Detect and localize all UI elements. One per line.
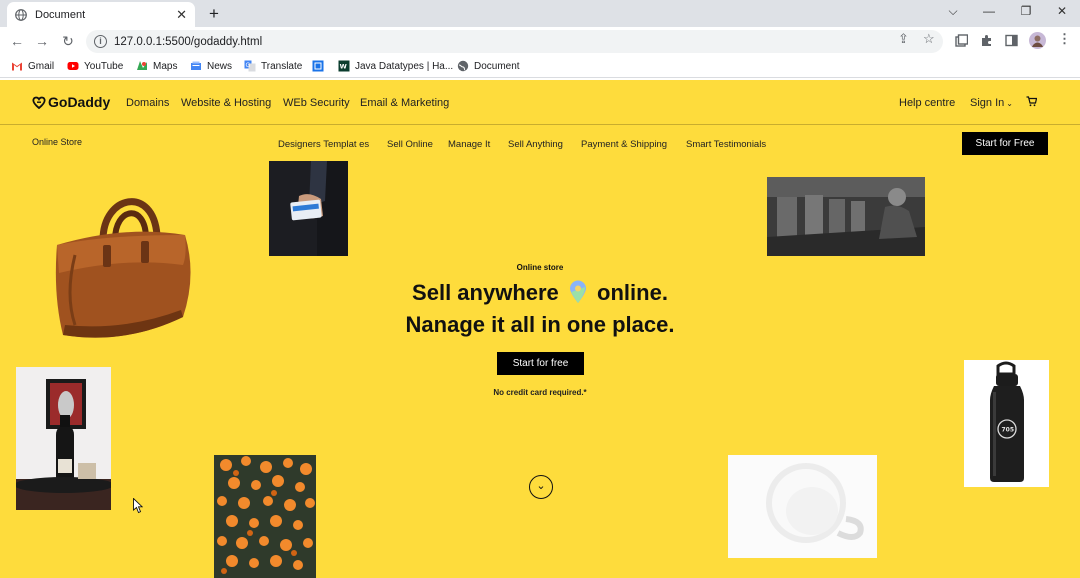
new-tab-button[interactable]: + xyxy=(205,5,223,23)
bookmark-label: Java Datatypes | Ha... xyxy=(355,60,454,72)
bookmark-gmail[interactable]: Gmail xyxy=(11,60,54,72)
leather-bag-image xyxy=(55,198,191,338)
hero-headline-line-1: Sell anywhere online. xyxy=(340,280,740,306)
browser-toolbar: ← → ↻ i 127.0.0.1:5500/godaddy.html ⇪ ☆ … xyxy=(0,27,1080,56)
puzzle-icon[interactable] xyxy=(980,34,993,47)
bookmark-label: Gmail xyxy=(28,60,55,72)
globe-icon xyxy=(15,8,27,21)
site-info-icon[interactable]: i xyxy=(94,35,107,48)
java-icon: W xyxy=(338,60,350,72)
hero-headline-part-a: Sell anywhere xyxy=(412,280,559,305)
translate-icon: G xyxy=(244,60,256,72)
bookmark-label: YouTube xyxy=(84,60,124,72)
bookmark-label: Translate xyxy=(261,60,303,72)
tab-search-icon[interactable]: ⌵ xyxy=(943,4,963,19)
help-centre-link[interactable]: Help centre xyxy=(899,97,955,109)
side-panel-icon[interactable] xyxy=(1005,34,1018,47)
orange-flowers-image xyxy=(214,455,316,578)
tab-title: Document xyxy=(35,8,86,21)
svg-text:G: G xyxy=(246,62,251,69)
extension-icon[interactable] xyxy=(955,34,968,47)
browser-tab[interactable]: Document ✕ xyxy=(7,2,195,27)
start-for-free-button[interactable]: Start for Free xyxy=(962,132,1048,155)
workshop-machines-image xyxy=(767,177,925,256)
bookmark-java-datatypes[interactable]: W Java Datatypes | Ha... xyxy=(338,60,453,72)
water-bottle-image: 705 xyxy=(964,360,1049,487)
subnav-payment-shipping[interactable]: Payment & Shipping xyxy=(581,139,667,150)
mouse-cursor-icon xyxy=(133,498,143,514)
map-pin-icon xyxy=(569,280,586,303)
sign-in-label: Sign In xyxy=(970,97,1005,109)
globe-icon xyxy=(457,60,469,72)
close-window-icon[interactable]: ✕ xyxy=(1052,4,1072,18)
subnav-title: Online Store xyxy=(32,137,83,147)
bookmarks-bar: Gmail YouTube Maps News G Translate W Ja… xyxy=(0,56,1080,78)
hero-headline-line-2: Nanage it all in one place. xyxy=(405,312,675,337)
maps-icon xyxy=(137,61,147,70)
subnav-sell-anything[interactable]: Sell Anything xyxy=(508,139,563,150)
bookmark-maps[interactable]: Maps xyxy=(136,60,177,72)
share-icon[interactable]: ⇪ xyxy=(898,31,909,47)
cart-icon[interactable] xyxy=(1026,96,1037,107)
white-cup-image xyxy=(728,455,877,558)
bookmark-document[interactable]: Document xyxy=(457,60,520,72)
bookmark-label: News xyxy=(207,60,233,72)
bookmark-star-icon[interactable]: ☆ xyxy=(923,31,935,47)
forward-icon[interactable]: → xyxy=(34,33,50,49)
hero-start-for-free-button[interactable]: Start for free xyxy=(497,352,584,375)
restore-icon[interactable]: ❐ xyxy=(1016,4,1036,18)
bookmark-translate[interactable]: G Translate xyxy=(244,60,302,72)
subnav-manage-it[interactable]: Manage It xyxy=(448,139,490,150)
scroll-down-button[interactable]: ⌄ xyxy=(529,475,553,499)
sign-in-link[interactable]: Sign In ⌄ xyxy=(970,97,1013,109)
svg-text:705: 705 xyxy=(1002,427,1015,434)
profile-avatar[interactable] xyxy=(1029,32,1046,49)
heart-logo-icon xyxy=(32,96,46,109)
menu-kebab-icon[interactable]: ⋮ xyxy=(1058,31,1071,47)
chevron-down-icon: ⌄ xyxy=(1006,99,1013,108)
bookmark-page-icon xyxy=(312,60,324,72)
minimize-icon[interactable]: — xyxy=(979,4,999,18)
subnav-designers-templates[interactable]: Designers Templat es xyxy=(278,139,369,150)
bookmark-news[interactable]: News xyxy=(190,60,232,72)
gmail-icon xyxy=(12,62,22,71)
hero-eyebrow: Online store xyxy=(516,263,564,272)
store-subnav: Online Store Designers Templat es Sell O… xyxy=(0,125,1080,161)
main-nav: GoDaddy Domains Website & Hosting WEb Se… xyxy=(0,80,1080,125)
godaddy-page: GoDaddy Domains Website & Hosting WEb Se… xyxy=(0,80,1080,578)
bookmark-youtube[interactable]: YouTube xyxy=(67,60,123,72)
nav-domains[interactable]: Domains xyxy=(126,97,169,109)
hand-card-image xyxy=(269,161,348,256)
browser-tab-bar: Document ✕ + ⌵ — ❐ ✕ xyxy=(0,0,1080,27)
wine-bottle-image xyxy=(16,367,111,510)
bookmark-label: Maps xyxy=(153,60,178,72)
bookmark-label: Document xyxy=(474,60,520,72)
url-text[interactable]: 127.0.0.1:5500/godaddy.html xyxy=(114,36,262,48)
news-icon xyxy=(191,61,201,70)
back-icon[interactable]: ← xyxy=(9,33,25,49)
logo-text: GoDaddy xyxy=(48,94,111,110)
reload-icon[interactable]: ↻ xyxy=(60,33,76,49)
svg-text:W: W xyxy=(340,63,347,71)
chevron-down-icon: ⌄ xyxy=(536,480,546,492)
hero-headline-part-b: online. xyxy=(597,280,668,305)
bookmark-page[interactable] xyxy=(312,60,329,72)
subnav-smart-testimonials[interactable]: Smart Testimonials xyxy=(686,139,766,150)
address-bar[interactable]: i 127.0.0.1:5500/godaddy.html xyxy=(86,30,943,53)
nav-website-hosting[interactable]: Website & Hosting xyxy=(181,97,271,109)
subnav-sell-online[interactable]: Sell Online xyxy=(387,139,433,150)
tab-close-icon[interactable]: ✕ xyxy=(176,7,187,23)
youtube-icon xyxy=(67,62,79,70)
godaddy-logo[interactable]: GoDaddy xyxy=(32,94,110,110)
no-credit-card-note: No credit card required.* xyxy=(493,388,587,397)
nav-web-security[interactable]: WEb Security xyxy=(283,97,350,109)
nav-email-marketing[interactable]: Email & Marketing xyxy=(360,97,449,109)
